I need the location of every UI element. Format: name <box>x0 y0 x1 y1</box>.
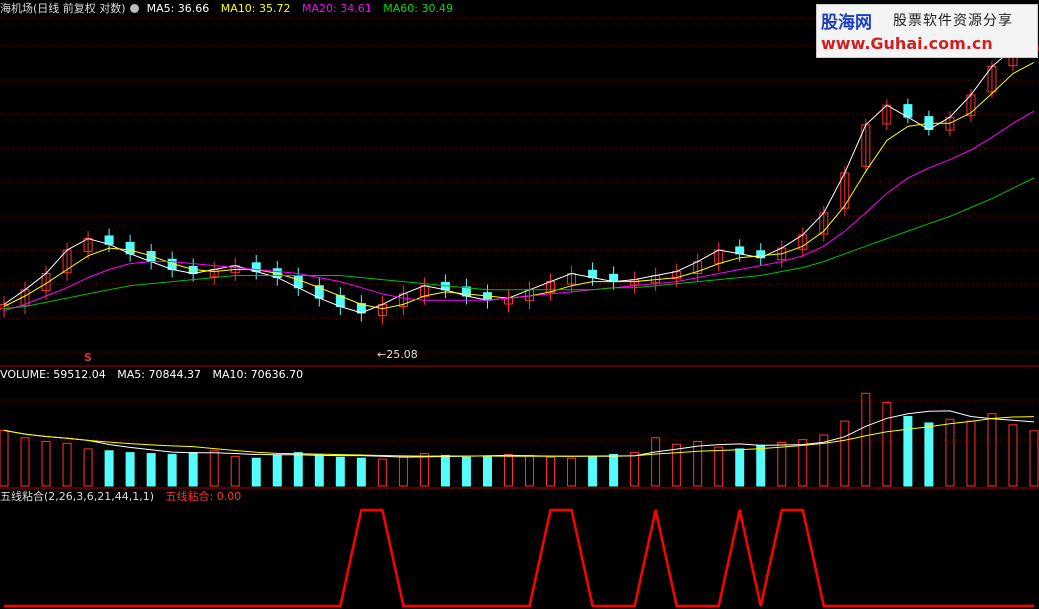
volume-bar-33 <box>693 440 703 487</box>
volume-bar-21 <box>440 454 450 487</box>
volume-bar-37 <box>777 441 787 487</box>
volume-bar-42 <box>882 402 892 487</box>
volume-bar-46 <box>966 420 976 487</box>
volume-bar-34 <box>714 446 724 487</box>
volume-ma5-label: MA5: 70844.37 <box>117 368 201 381</box>
stock-chart <box>0 17 1039 608</box>
volume-bar-2 <box>41 440 51 487</box>
candle-body-28 <box>588 269 598 279</box>
volume-bar-17 <box>356 457 366 487</box>
volume-bar-40 <box>840 420 850 487</box>
watermark-tagline: 股票软件资源分享 <box>893 13 1013 29</box>
volume-bar-28 <box>588 455 598 487</box>
watermark-url: www.Guhai.com.cn <box>821 34 993 53</box>
volume-bar-27 <box>567 457 577 487</box>
volume-header: VOLUME: 59512.04 MA5: 70844.37 MA10: 706… <box>0 368 311 382</box>
ma-line-ma10 <box>3 61 1035 310</box>
volume-bar-8 <box>167 453 177 487</box>
settings-dot-icon[interactable] <box>129 4 139 13</box>
ma-line-ma20 <box>3 110 1035 312</box>
volume-bar-48 <box>1008 424 1018 487</box>
low-price-label: ←25.08 <box>377 348 418 361</box>
signal-mark: S <box>84 351 92 364</box>
volume-bar-20 <box>419 453 429 487</box>
volume-bar-35 <box>735 448 745 487</box>
volume-bar-22 <box>461 456 471 487</box>
ma-line-ma5 <box>3 45 1035 314</box>
moving-average-lines <box>3 45 1035 314</box>
volume-ma-lines <box>3 410 1035 458</box>
volume-label: VOLUME: 59512.04 <box>0 368 106 381</box>
volume-bar-26 <box>546 456 556 487</box>
volume-ma5-line <box>3 410 1035 458</box>
volume-bar-7 <box>146 453 156 487</box>
volume-bar-25 <box>525 454 535 487</box>
volume-bar-47 <box>987 413 997 487</box>
volume-bar-24 <box>503 453 513 487</box>
indicator-value: 五线粘合: 0.00 <box>165 490 242 503</box>
volume-bar-4 <box>83 448 93 487</box>
candlestick-series <box>0 40 1039 325</box>
volume-bar-23 <box>482 455 492 487</box>
volume-bar-9 <box>188 452 198 487</box>
ma5-label: MA5: 36.66 <box>146 2 210 15</box>
volume-bar-13 <box>272 454 282 487</box>
volume-bar-18 <box>377 458 387 487</box>
indicator-series-line <box>4 508 1034 608</box>
volume-bar-16 <box>335 456 345 487</box>
volume-bar-29 <box>609 453 619 487</box>
volume-bar-0 <box>0 429 9 487</box>
volume-bar-31 <box>651 437 661 487</box>
volume-ma10-label: MA10: 70636.70 <box>212 368 304 381</box>
ma60-label: MA60: 30.49 <box>383 2 453 15</box>
volume-bar-12 <box>251 457 261 487</box>
volume-bar-5 <box>104 450 114 487</box>
chart-title: 海机场(日线 前复权 对数) <box>0 2 126 15</box>
volume-bar-32 <box>672 443 682 487</box>
ma10-label: MA10: 35.72 <box>220 2 291 15</box>
volume-bar-45 <box>945 418 955 487</box>
candle-body-5 <box>104 235 114 245</box>
volume-bar-10 <box>209 450 219 487</box>
volume-bar-1 <box>20 437 30 487</box>
volume-bar-14 <box>293 452 303 487</box>
volume-bar-44 <box>924 422 934 487</box>
watermark-logo: 股海网 <box>821 13 872 33</box>
indicator-line <box>4 508 1034 608</box>
volume-bar-3 <box>62 442 72 487</box>
volume-bars <box>0 392 1039 487</box>
main-header: 海机场(日线 前复权 对数) MA5: 36.66 MA10: 35.72 MA2… <box>0 2 461 16</box>
volume-bar-19 <box>398 455 408 487</box>
ma-line-ma60 <box>3 177 1035 310</box>
volume-bar-36 <box>756 444 766 487</box>
indicator-header: 五线粘合(2,26,3,6,21,44,1,1) 五线粘合: 0.00 <box>0 490 249 504</box>
volume-bar-38 <box>798 439 808 487</box>
volume-bar-15 <box>314 453 324 487</box>
indicator-name: 五线粘合(2,26,3,6,21,44,1,1) <box>0 490 155 503</box>
volume-bar-11 <box>230 455 240 487</box>
volume-bar-49 <box>1029 430 1039 487</box>
candle-body-29 <box>609 273 619 283</box>
volume-bar-6 <box>125 452 135 487</box>
volume-bar-43 <box>903 415 913 487</box>
volume-bar-30 <box>630 452 640 487</box>
ma20-label: MA20: 34.61 <box>302 2 372 15</box>
watermark: 股海网 股票软件资源分享 www.Guhai.com.cn <box>816 4 1038 58</box>
